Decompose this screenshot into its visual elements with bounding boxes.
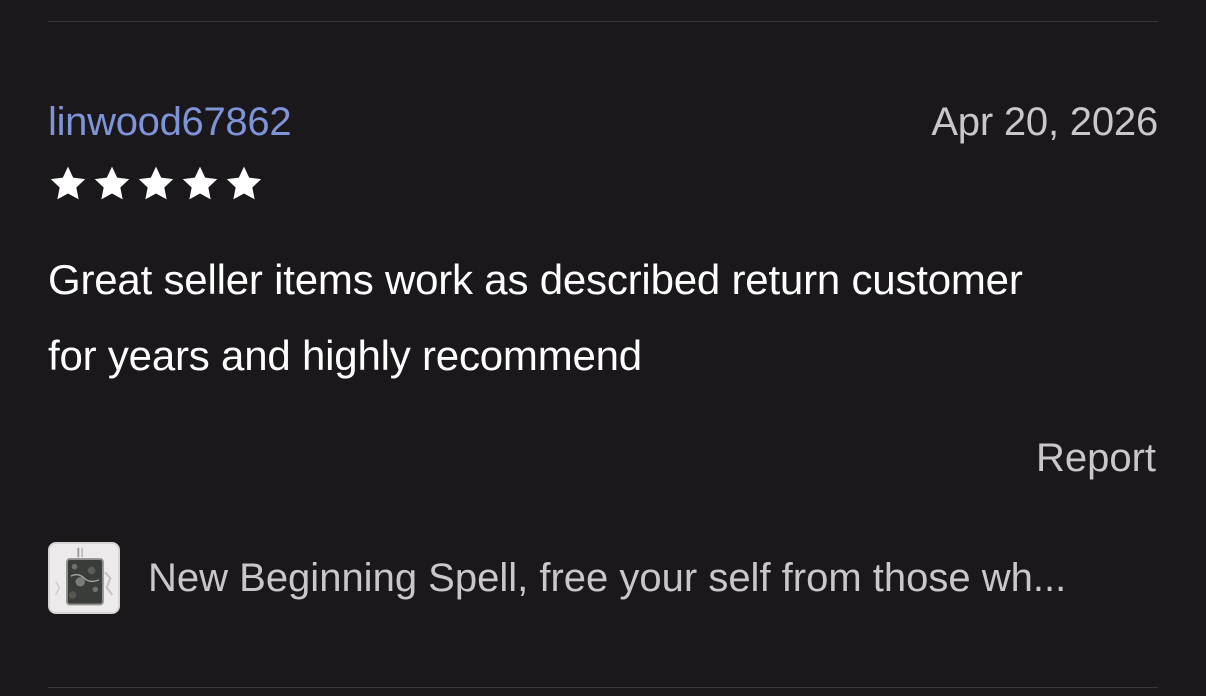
product-title: New Beginning Spell, free your self from… — [148, 556, 1067, 600]
review-text: Great seller items work as described ret… — [48, 256, 1023, 379]
report-button[interactable]: Report — [1036, 432, 1156, 484]
product-thumbnail — [48, 542, 120, 614]
reviewed-product-link[interactable]: New Beginning Spell, free your self from… — [48, 540, 1158, 616]
star-icon — [48, 164, 88, 204]
star-icon — [180, 164, 220, 204]
bottom-divider — [48, 687, 1158, 688]
review-date: Apr 20, 2026 — [931, 100, 1158, 144]
star-icon — [224, 164, 264, 204]
star-icon — [136, 164, 176, 204]
review-card: linwood67862 Apr 20, 2026 Great seller i… — [48, 0, 1158, 696]
star-icon — [92, 164, 132, 204]
reviewer-name-link[interactable]: linwood67862 — [48, 96, 292, 148]
star-rating — [48, 164, 264, 204]
